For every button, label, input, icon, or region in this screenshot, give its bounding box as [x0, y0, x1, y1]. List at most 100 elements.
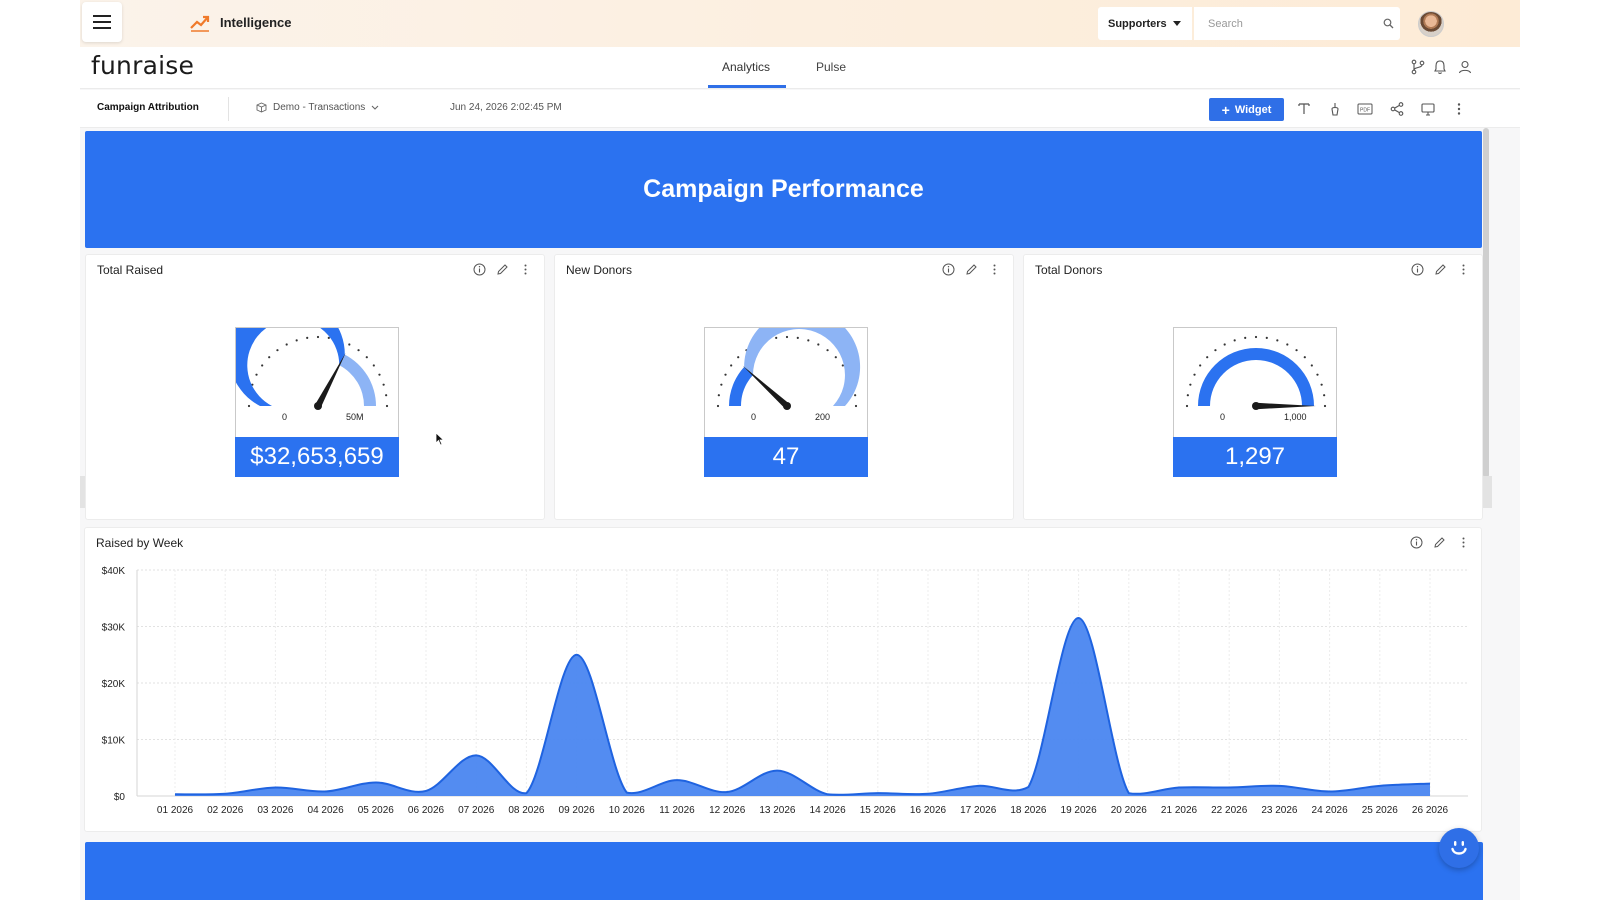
plus-icon: +: [1221, 101, 1230, 118]
monitor-icon[interactable]: [1420, 101, 1436, 117]
gauge-dial: [1185, 335, 1327, 410]
x-tick-label: 12 2026: [709, 805, 746, 816]
chat-button[interactable]: [1439, 828, 1479, 868]
gauge-tick: [1310, 364, 1313, 367]
info-icon[interactable]: [1411, 263, 1424, 276]
gauge-tick: [1265, 336, 1268, 339]
more-vertical-icon[interactable]: [988, 263, 1001, 276]
x-tick-label: 07 2026: [458, 805, 495, 816]
gauge-dial: [716, 328, 861, 410]
add-widget-button[interactable]: + Widget: [1209, 98, 1284, 121]
text-icon[interactable]: [1296, 101, 1312, 117]
gauge-min-label: 0: [282, 412, 288, 422]
gauge-tick: [247, 404, 251, 408]
cube-icon: [256, 102, 267, 113]
tab-pulse[interactable]: Pulse: [816, 60, 846, 74]
app-frame: Intelligence Supporters funraise Analyti…: [80, 0, 1520, 900]
x-tick-label: 23 2026: [1261, 805, 1298, 816]
y-tick-label: $20K: [102, 679, 126, 690]
gauge-min-label: 0: [1220, 412, 1226, 422]
user-avatar[interactable]: [1418, 11, 1444, 37]
gauge-tick: [775, 336, 778, 339]
user-icon[interactable]: [1457, 59, 1473, 75]
gauge-tick: [1223, 343, 1226, 346]
total-donors-card: Total Donors 0 1,000 1,297: [1023, 254, 1483, 520]
gauge-max-label: 200: [815, 412, 831, 422]
tab-analytics[interactable]: Analytics: [722, 60, 770, 74]
refresh-timestamp: Jun 24, 2026 2:02:45 PM: [450, 102, 562, 113]
edit-icon[interactable]: [965, 263, 978, 276]
more-vertical-icon[interactable]: [1457, 263, 1470, 276]
gauge-tick: [716, 404, 720, 408]
y-tick-label: $30K: [102, 623, 126, 634]
supporters-label: Supporters: [1108, 17, 1167, 30]
gauge-tick: [807, 339, 810, 342]
x-tick-label: 05 2026: [358, 805, 395, 816]
right-panel-handle[interactable]: [1482, 476, 1492, 508]
x-tick-label: 20 2026: [1111, 805, 1148, 816]
more-vertical-icon[interactable]: [1457, 536, 1470, 549]
gauge-tick: [327, 336, 330, 339]
gauge-tick: [1214, 349, 1217, 352]
gauge-tick: [796, 336, 799, 339]
x-tick-label: 08 2026: [508, 805, 545, 816]
gauge-tick: [1186, 394, 1189, 397]
gauge-tick: [276, 349, 279, 352]
edit-icon[interactable]: [496, 263, 509, 276]
gauge-needle-hub: [314, 402, 322, 410]
info-icon[interactable]: [1410, 536, 1423, 549]
gauge-filled-band: [729, 366, 753, 406]
supporters-dropdown[interactable]: Supporters: [1098, 7, 1192, 40]
mouse-cursor-icon: [435, 432, 445, 446]
menu-icon: [93, 15, 111, 29]
chart-title: Raised by Week: [96, 536, 184, 550]
total-raised-card: Total Raised 0 50M $32,653,659: [85, 254, 545, 520]
brand-row: funraise Analytics Pulse: [80, 47, 1520, 89]
bell-icon[interactable]: [1432, 59, 1448, 75]
share-icon[interactable]: [1389, 101, 1405, 117]
x-tick-label: 14 2026: [810, 805, 847, 816]
info-icon[interactable]: [473, 263, 486, 276]
search-input[interactable]: [1194, 7, 1400, 40]
gauge-tick: [737, 356, 740, 359]
gauge: 0 200 47: [704, 327, 868, 477]
brand-logo[interactable]: funraise: [91, 51, 194, 80]
filter-icon[interactable]: [1327, 101, 1343, 117]
gauge-tick: [1244, 336, 1247, 339]
raised-by-week-card: Raised by Week $0 $10K $20K $30K $40K 01 2026…: [84, 527, 1482, 832]
gauge-value: 1,297: [1173, 437, 1337, 477]
gauge-tick: [1193, 373, 1196, 376]
gauge-tick: [817, 343, 820, 346]
data-model-selector[interactable]: Demo - Transactions: [256, 102, 379, 113]
search-icon: [1383, 18, 1394, 29]
gauge-needle-hub: [783, 402, 791, 410]
hamburger-menu-button[interactable]: [82, 2, 122, 42]
dashboard-toolbar: Campaign Attribution Demo - Transactions…: [80, 90, 1520, 128]
info-icon[interactable]: [942, 263, 955, 276]
gauge-tick: [854, 394, 857, 397]
more-vertical-icon[interactable]: [1451, 101, 1467, 117]
x-tick-label: 03 2026: [257, 805, 294, 816]
x-tick-label: 18 2026: [1010, 805, 1047, 816]
campaign-banner: Campaign Performance: [85, 131, 1482, 248]
edit-icon[interactable]: [1434, 263, 1447, 276]
x-tick-label: 25 2026: [1362, 805, 1399, 816]
more-vertical-icon[interactable]: [519, 263, 532, 276]
pdf-icon[interactable]: PDF: [1357, 101, 1373, 117]
gauge-tick: [382, 383, 385, 386]
gauge-tick: [1316, 373, 1319, 376]
edit-icon[interactable]: [1433, 536, 1446, 549]
top-bar: Intelligence Supporters: [80, 0, 1520, 47]
svg-text:PDF: PDF: [1360, 108, 1370, 114]
gauge-tick: [1189, 383, 1192, 386]
y-tick-label: $0: [114, 792, 126, 803]
x-tick-label: 24 2026: [1312, 805, 1349, 816]
vertical-scrollbar[interactable]: [1483, 128, 1489, 478]
gauge-tick: [365, 356, 368, 359]
gauge-tick: [1323, 394, 1326, 397]
branch-icon[interactable]: [1410, 59, 1426, 75]
gauge-filled-band: [236, 328, 345, 406]
gauge-tick: [261, 364, 264, 367]
gauge-tick: [785, 335, 789, 339]
active-tab-indicator: [708, 85, 786, 88]
